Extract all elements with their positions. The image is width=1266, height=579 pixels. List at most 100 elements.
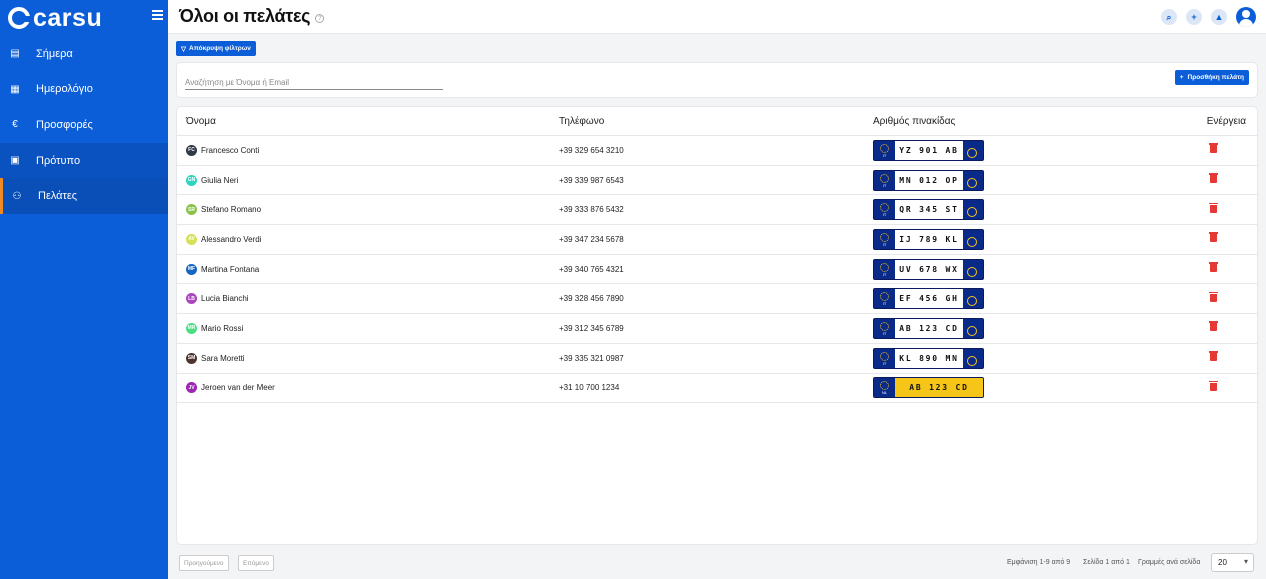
customer-name[interactable]: Alessandro Verdi xyxy=(201,235,261,244)
license-plate: NL AB 123 CD xyxy=(873,377,984,399)
table-row[interactable]: AV Alessandro Verdi +39 347 234 5678 IT … xyxy=(177,225,1257,255)
eu-flag-icon: IT xyxy=(874,318,895,338)
plate-number: AB 123 CD xyxy=(895,318,963,338)
plate-badge: IT QR 345 ST xyxy=(873,199,984,221)
plate-right-seal-icon xyxy=(963,229,983,249)
delete-button[interactable] xyxy=(1209,291,1218,304)
delete-button[interactable] xyxy=(1209,143,1218,155)
plate-badge: IT KL 890 MN xyxy=(873,347,984,369)
plate-badge: IT IJ 789 KL xyxy=(873,228,984,250)
euro-icon: € xyxy=(12,119,18,131)
delete-button[interactable] xyxy=(1209,380,1218,393)
search-input[interactable] xyxy=(185,75,443,90)
customer-name[interactable]: Giulia Neri xyxy=(201,176,238,185)
eu-flag-icon: IT xyxy=(874,140,895,160)
sidebar-item-calendar[interactable]: ▦ Ημερολόγιο xyxy=(0,72,168,108)
trash-icon xyxy=(1209,321,1218,332)
customer-name-cell: FC Francesco Conti xyxy=(186,144,259,156)
plate-number: QR 345 ST xyxy=(895,200,963,220)
sidebar-item-label: Πρότυπο xyxy=(36,154,81,167)
plate-number: IJ 789 KL xyxy=(895,229,963,249)
eu-flag-icon: IT xyxy=(874,348,895,368)
add-circle-icon[interactable]: + xyxy=(1186,9,1202,25)
avatar: LB xyxy=(186,293,197,305)
sidebar-item-today[interactable]: ▤ Σήμερα xyxy=(0,36,168,72)
sidebar: carsu ▤ Σήμερα ▦ Ημερολόγιο € Προσφορές … xyxy=(0,0,168,579)
customer-name[interactable]: Sara Moretti xyxy=(201,354,245,363)
plate-right-seal-icon xyxy=(963,200,983,220)
rows-per-page-label: Γραμμές ανά σελίδα xyxy=(1138,559,1201,566)
avatar: GN xyxy=(186,174,197,186)
logo-ring-icon xyxy=(8,7,32,29)
license-plate: IT AB 123 CD xyxy=(873,317,984,339)
add-customer-button[interactable]: + Προσθήκη πελάτη xyxy=(1174,70,1249,85)
table-row[interactable]: MF Martina Fontana +39 340 765 4321 IT U… xyxy=(177,255,1257,285)
table-row[interactable]: SR Stefano Romano +39 333 876 5432 IT QR… xyxy=(177,195,1257,226)
delete-button[interactable] xyxy=(1209,351,1218,363)
customer-name[interactable]: Jeroen van der Meer xyxy=(201,383,275,392)
delete-button[interactable] xyxy=(1209,232,1218,244)
table-row[interactable]: JV Jeroen van der Meer +31 10 700 1234 N… xyxy=(177,374,1257,404)
customer-name[interactable]: Stefano Romano xyxy=(201,205,261,214)
trash-icon xyxy=(1209,173,1218,184)
plate-number: UV 678 WX xyxy=(895,259,963,279)
hide-filters-button[interactable]: ▽ Απόκρυψη φίλτρων xyxy=(176,41,256,56)
rows-per-page-select[interactable]: 20 xyxy=(1211,553,1254,572)
delete-button[interactable] xyxy=(1209,262,1218,274)
delete-button[interactable] xyxy=(1209,173,1218,185)
table-row[interactable]: LB Lucia Bianchi +39 328 456 7890 IT EF … xyxy=(177,284,1257,315)
plate-badge: IT YZ 901 AB xyxy=(873,139,984,161)
column-header-plate[interactable]: Αριθμός πινακίδας xyxy=(873,116,955,127)
column-header-action: Ενέργεια xyxy=(1206,115,1246,127)
sidebar-item-customers[interactable]: ⚇ Πελάτες xyxy=(0,178,168,214)
sidebar-item-label: Ημερολόγιο xyxy=(36,83,93,96)
eu-flag-icon: NL xyxy=(874,378,895,398)
today-icon: ▤ xyxy=(10,48,20,60)
plate-right-seal-icon xyxy=(963,348,983,368)
top-bar: Όλοι οι πελάτες ? ⌕ + ▲ xyxy=(168,0,1266,34)
customer-name[interactable]: Lucia Bianchi xyxy=(201,294,249,303)
page-title: Όλοι οι πελάτες xyxy=(179,6,311,26)
page-indicator: Σελίδα 1 από 1 xyxy=(1083,559,1130,566)
brand-logo[interactable]: carsu xyxy=(0,0,168,36)
plate-number: YZ 901 AB xyxy=(895,140,963,160)
user-avatar-icon[interactable] xyxy=(1236,7,1256,27)
license-plate: IT MN 012 OP xyxy=(873,169,984,191)
column-header-phone[interactable]: Τηλέφωνο xyxy=(559,116,604,127)
customer-name[interactable]: Francesco Conti xyxy=(201,146,259,155)
customer-phone: +39 347 234 5678 xyxy=(559,234,624,244)
delete-button[interactable] xyxy=(1209,321,1218,333)
customer-name[interactable]: Mario Rossi xyxy=(201,324,243,333)
next-page-button[interactable]: Επόμενο xyxy=(238,555,274,571)
avatar: JV xyxy=(186,382,197,394)
table-header: Όνομα Τηλέφωνο Αριθμός πινακίδας Ενέργει… xyxy=(177,107,1257,136)
table-body: FC Francesco Conti +39 329 654 3210 IT Y… xyxy=(177,136,1257,404)
delete-button[interactable] xyxy=(1209,202,1218,215)
column-header-name[interactable]: Όνομα xyxy=(186,116,216,127)
filter-icon: ▽ xyxy=(181,45,186,53)
avatar: SR xyxy=(186,204,197,216)
sidebar-item-offers[interactable]: € Προσφορές xyxy=(0,107,168,143)
trash-icon xyxy=(1209,351,1218,362)
license-plate: IT YZ 901 AB xyxy=(873,139,984,161)
sidebar-item-template[interactable]: ▣ Πρότυπο xyxy=(0,142,168,179)
table-row[interactable]: MR Mario Rossi +39 312 345 6789 IT AB 12… xyxy=(177,314,1257,344)
help-icon[interactable]: ? xyxy=(315,14,325,23)
trash-icon xyxy=(1209,143,1218,154)
table-row[interactable]: SM Sara Moretti +39 335 321 0987 IT KL 8… xyxy=(177,344,1257,374)
bell-icon[interactable]: ▲ xyxy=(1211,9,1227,25)
brand-name: carsu xyxy=(33,3,103,32)
search-icon[interactable]: ⌕ xyxy=(1161,9,1177,25)
table-row[interactable]: FC Francesco Conti +39 329 654 3210 IT Y… xyxy=(177,136,1257,166)
license-plate: IT UV 678 WX xyxy=(873,258,984,280)
customer-phone: +39 339 987 6543 xyxy=(559,175,624,185)
customer-name[interactable]: Martina Fontana xyxy=(201,265,259,274)
eu-flag-icon: IT xyxy=(874,259,895,279)
hide-filters-label: Απόκρυψη φίλτρων xyxy=(189,45,251,52)
trash-icon xyxy=(1209,291,1218,302)
menu-toggle-icon[interactable] xyxy=(152,10,163,20)
previous-page-button[interactable]: Προηγούμενο xyxy=(179,555,229,571)
customer-phone: +39 335 321 0987 xyxy=(559,353,624,363)
table-row[interactable]: GN Giulia Neri +39 339 987 6543 IT MN 01… xyxy=(177,166,1257,196)
plate-right-seal-icon xyxy=(963,170,983,190)
